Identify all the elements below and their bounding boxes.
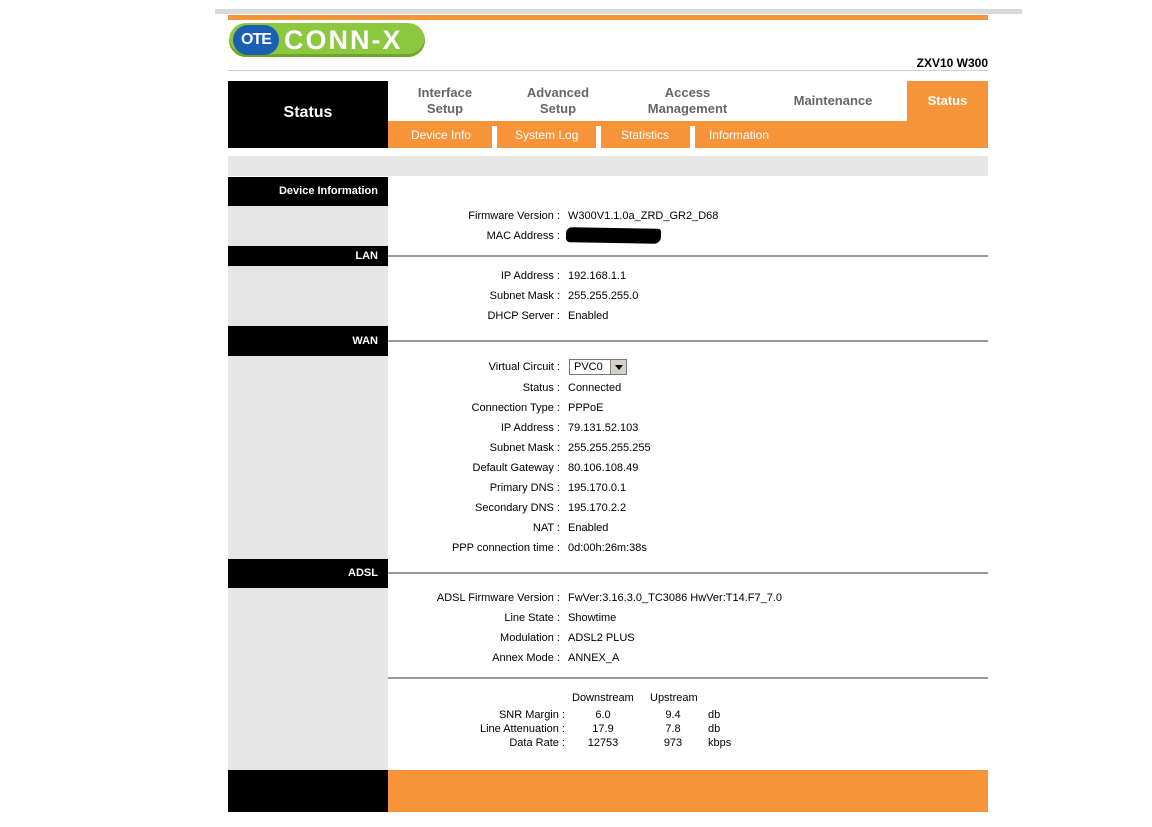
adsl-firmware-version-value: FwVer:3.16.3.0_TC3086 HwVer:T14.F7_7.0 xyxy=(568,592,783,604)
wan-ip-address-label: IP Address : xyxy=(500,422,560,434)
footer-left xyxy=(228,770,388,812)
ote-logo-badge: OTE xyxy=(233,25,279,55)
lan-subnet-mask-label: Subnet Mask : xyxy=(489,290,560,302)
section-divider xyxy=(388,572,988,574)
section-divider xyxy=(388,255,988,257)
section-lan: LAN xyxy=(228,246,388,266)
nat-value: Enabled xyxy=(568,522,609,534)
modulation-value: ADSL2 PLUS xyxy=(568,632,635,644)
virtual-circuit-selected: PVC0 xyxy=(574,361,603,373)
dhcp-server-value: Enabled xyxy=(568,310,609,322)
tab-advanced-setup-line2: Setup xyxy=(539,101,577,116)
header-divider xyxy=(228,70,988,71)
top-gray-bar xyxy=(215,9,1022,14)
ppp-connection-time-label: PPP connection time : xyxy=(451,542,560,554)
data-rate-unit: kbps xyxy=(708,737,732,749)
mac-address-label: MAC Address : xyxy=(486,230,560,242)
dhcp-server-label: DHCP Server : xyxy=(487,310,560,322)
subtab-system-log[interactable]: System Log xyxy=(515,127,578,143)
nav-section-title: Status xyxy=(228,81,388,148)
section-device-information: Device Information xyxy=(228,177,388,206)
snr-margin-upstream: 9.4 xyxy=(665,709,681,721)
tab-status-label: Status xyxy=(927,93,968,108)
subnav-separator xyxy=(596,126,601,148)
virtual-circuit-select[interactable]: PVC0 xyxy=(569,359,627,375)
data-rate-label: Data Rate : xyxy=(509,737,565,749)
line-attenuation-unit: db xyxy=(708,723,721,735)
wan-status-value: Connected xyxy=(568,382,622,394)
annex-mode-value: ANNEX_A xyxy=(568,652,620,664)
secondary-dns-value: 195.170.2.2 xyxy=(568,502,627,514)
section-adsl: ADSL xyxy=(228,559,388,588)
subtab-information[interactable]: Information xyxy=(709,127,769,143)
content-top-strip xyxy=(228,156,988,176)
data-rate-downstream: 12753 xyxy=(587,737,619,749)
nat-label: NAT : xyxy=(532,522,560,534)
firmware-version-label: Firmware Version : xyxy=(468,210,560,222)
annex-mode-label: Annex Mode : xyxy=(492,652,560,664)
snr-margin-unit: db xyxy=(708,709,721,721)
tab-interface-setup-line2: Setup xyxy=(426,101,464,116)
default-gateway-label: Default Gateway : xyxy=(472,462,560,474)
tab-access-management-line2: Management xyxy=(647,101,728,116)
conn-x-logo-text: CONN-X xyxy=(284,25,403,55)
snr-margin-downstream: 6.0 xyxy=(595,709,611,721)
default-gateway-value: 80.106.108.49 xyxy=(568,462,639,474)
stats-header-downstream: Downstream xyxy=(572,692,634,704)
subnav-separator xyxy=(492,126,497,148)
tab-advanced-setup-line1: Advanced xyxy=(526,85,590,100)
lan-subnet-mask-value: 255.255.255.0 xyxy=(568,290,639,302)
virtual-circuit-label: Virtual Circuit : xyxy=(488,361,560,373)
tab-maintenance[interactable]: Maintenance xyxy=(762,81,904,121)
stats-header-upstream: Upstream xyxy=(650,692,698,704)
wan-ip-address-value: 79.131.52.103 xyxy=(568,422,639,434)
primary-dns-label: Primary DNS : xyxy=(489,482,560,494)
tab-advanced-setup[interactable]: Advanced Setup xyxy=(502,81,614,121)
line-attenuation-upstream: 7.8 xyxy=(665,723,681,735)
tab-status[interactable]: Status xyxy=(907,81,988,121)
top-orange-bar xyxy=(228,15,988,20)
data-rate-upstream: 973 xyxy=(663,737,683,749)
lan-ip-address-value: 192.168.1.1 xyxy=(568,270,627,282)
wan-subnet-mask-label: Subnet Mask : xyxy=(489,442,560,454)
adsl-firmware-version-label: ADSL Firmware Version : xyxy=(436,592,560,604)
ppp-connection-time-value: 0d:00h:26m:38s xyxy=(568,542,647,554)
tab-maintenance-label: Maintenance xyxy=(793,93,873,108)
chevron-down-icon[interactable] xyxy=(610,360,626,374)
subnav-separator xyxy=(690,126,695,148)
device-model: ZXV10 W300 xyxy=(916,56,988,70)
subtab-statistics[interactable]: Statistics xyxy=(621,127,669,143)
firmware-version-value: W300V1.1.0a_ZRD_GR2_D68 xyxy=(568,210,719,222)
primary-dns-value: 195.170.0.1 xyxy=(568,482,627,494)
lan-ip-address-label: IP Address : xyxy=(500,270,560,282)
tab-interface-setup[interactable]: Interface Setup xyxy=(390,81,500,121)
stats-divider xyxy=(388,677,988,679)
connection-type-value: PPPoE xyxy=(568,402,604,414)
line-state-value: Showtime xyxy=(568,612,617,624)
line-attenuation-downstream: 17.9 xyxy=(592,723,614,735)
tab-interface-setup-line1: Interface xyxy=(417,85,473,100)
subtab-device-info[interactable]: Device Info xyxy=(411,127,471,143)
wan-status-label: Status : xyxy=(522,382,560,394)
connection-type-label: Connection Type : xyxy=(471,402,560,414)
subnav-bar xyxy=(388,121,988,148)
secondary-dns-label: Secondary DNS : xyxy=(475,502,560,514)
footer-right xyxy=(388,770,988,812)
line-state-label: Line State : xyxy=(504,612,560,624)
section-wan: WAN xyxy=(228,326,388,356)
line-attenuation-label: Line Attenuation : xyxy=(479,723,565,735)
tab-access-management[interactable]: Access Management xyxy=(620,81,755,121)
modulation-label: Modulation : xyxy=(500,632,560,644)
wan-subnet-mask-value: 255.255.255.255 xyxy=(568,442,651,454)
snr-margin-label: SNR Margin : xyxy=(498,709,565,721)
tab-access-management-line1: Access xyxy=(664,85,711,100)
section-divider xyxy=(388,340,988,342)
mac-address-redacted xyxy=(565,227,662,244)
